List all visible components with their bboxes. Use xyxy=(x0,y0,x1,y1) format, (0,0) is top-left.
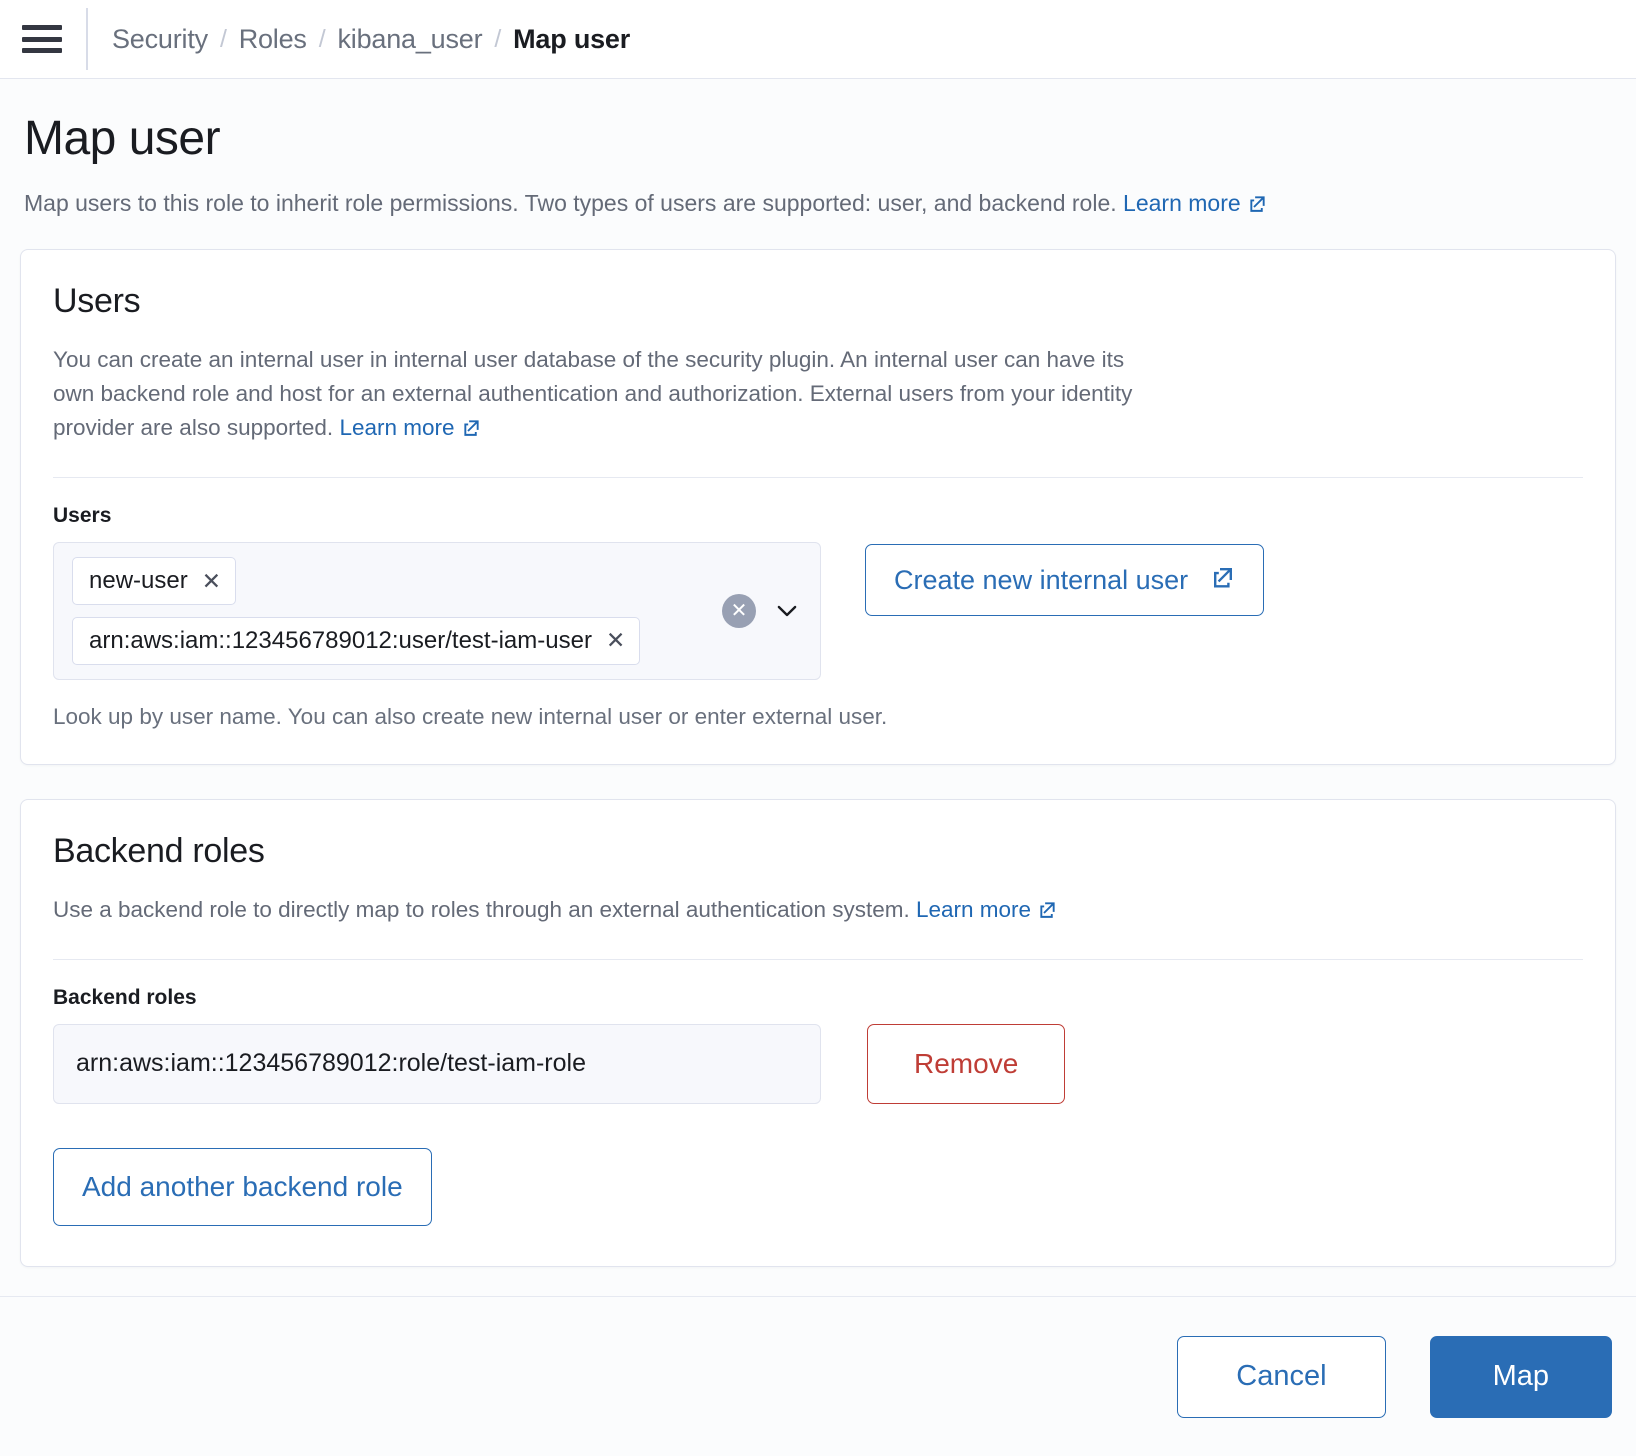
breadcrumb-separator: / xyxy=(220,25,227,54)
users-learn-more-label: Learn more xyxy=(339,415,454,440)
page-description-text: Map users to this role to inherit role p… xyxy=(24,190,1117,216)
users-panel-description-text: You can create an internal user in inter… xyxy=(53,347,1132,440)
user-pill-label: new-user xyxy=(89,567,188,595)
backend-roles-field-label: Backend roles xyxy=(53,986,1583,1010)
topbar-divider xyxy=(86,8,88,70)
page-footer-actions: Cancel Map xyxy=(0,1296,1636,1456)
remove-backend-role-button[interactable]: Remove xyxy=(867,1024,1065,1104)
create-new-internal-user-label: Create new internal user xyxy=(894,565,1188,596)
map-button-label: Map xyxy=(1493,1360,1549,1393)
page-header: Map user Map users to this role to inher… xyxy=(0,79,1636,221)
close-icon[interactable]: ✕ xyxy=(606,629,625,652)
top-navigation-bar: Security / Roles / kibana_user / Map use… xyxy=(0,0,1636,79)
backend-roles-panel-title: Backend roles xyxy=(53,832,1583,871)
backend-roles-panel-description: Use a backend role to directly map to ro… xyxy=(53,893,1583,929)
breadcrumb: Security / Roles / kibana_user / Map use… xyxy=(112,24,630,55)
remove-backend-role-label: Remove xyxy=(914,1048,1018,1080)
backend-role-row: arn:aws:iam::123456789012:role/test-iam-… xyxy=(53,1024,1583,1104)
close-icon[interactable]: ✕ xyxy=(202,570,221,593)
external-link-icon xyxy=(1038,895,1057,929)
users-panel-divider xyxy=(53,477,1583,478)
backend-role-input-value: arn:aws:iam::123456789012:role/test-iam-… xyxy=(76,1049,586,1078)
backend-roles-learn-more-link[interactable]: Learn more xyxy=(916,897,1057,922)
breadcrumb-item-security[interactable]: Security xyxy=(112,24,208,55)
user-pill[interactable]: arn:aws:iam::123456789012:user/test-iam-… xyxy=(72,617,640,665)
users-panel-title: Users xyxy=(53,282,1583,321)
cancel-button-label: Cancel xyxy=(1236,1360,1326,1393)
user-pill[interactable]: new-user ✕ xyxy=(72,557,236,605)
users-field-hint: Look up by user name. You can also creat… xyxy=(53,704,1583,730)
hamburger-bar-2 xyxy=(22,37,62,42)
add-another-backend-role-label: Add another backend role xyxy=(82,1171,403,1203)
page-description: Map users to this role to inherit role p… xyxy=(24,188,1612,221)
hamburger-bar-1 xyxy=(22,25,62,30)
breadcrumb-item-map-user: Map user xyxy=(513,24,630,55)
external-link-icon xyxy=(1248,190,1267,221)
backend-roles-panel-description-text: Use a backend role to directly map to ro… xyxy=(53,897,910,922)
users-panel: Users You can create an internal user in… xyxy=(20,249,1616,765)
external-link-icon xyxy=(1211,565,1235,596)
users-selected-pills: new-user ✕ arn:aws:iam::123456789012:use… xyxy=(72,557,640,664)
cancel-button[interactable]: Cancel xyxy=(1177,1336,1385,1418)
map-button[interactable]: Map xyxy=(1430,1336,1612,1418)
users-field-row: new-user ✕ arn:aws:iam::123456789012:use… xyxy=(53,542,1583,679)
breadcrumb-item-roles[interactable]: Roles xyxy=(239,24,307,55)
page-learn-more-link[interactable]: Learn more xyxy=(1123,190,1267,216)
page-title: Map user xyxy=(24,113,1612,166)
add-another-backend-role-button[interactable]: Add another backend role xyxy=(53,1148,432,1226)
hamburger-bar-3 xyxy=(22,48,62,53)
external-link-icon xyxy=(462,413,481,447)
breadcrumb-separator: / xyxy=(319,25,326,54)
hamburger-menu-icon[interactable] xyxy=(22,25,62,53)
breadcrumb-separator: / xyxy=(494,25,501,54)
users-field-label: Users xyxy=(53,504,1583,528)
page-learn-more-label: Learn more xyxy=(1123,190,1241,216)
breadcrumb-item-kibana-user[interactable]: kibana_user xyxy=(337,24,482,55)
create-new-internal-user-button[interactable]: Create new internal user xyxy=(865,544,1264,616)
users-combo-actions: ✕ xyxy=(722,594,806,628)
backend-role-input[interactable]: arn:aws:iam::123456789012:role/test-iam-… xyxy=(53,1024,821,1104)
users-combo-box[interactable]: new-user ✕ arn:aws:iam::123456789012:use… xyxy=(53,542,821,679)
backend-roles-learn-more-label: Learn more xyxy=(916,897,1031,922)
user-pill-label: arn:aws:iam::123456789012:user/test-iam-… xyxy=(89,627,592,655)
users-learn-more-link[interactable]: Learn more xyxy=(339,415,480,440)
clear-all-circle-icon[interactable]: ✕ xyxy=(722,594,756,628)
users-panel-description: You can create an internal user in inter… xyxy=(53,343,1138,448)
backend-roles-panel-divider xyxy=(53,959,1583,960)
chevron-down-icon[interactable] xyxy=(772,596,802,626)
backend-roles-panel: Backend roles Use a backend role to dire… xyxy=(20,799,1616,1267)
